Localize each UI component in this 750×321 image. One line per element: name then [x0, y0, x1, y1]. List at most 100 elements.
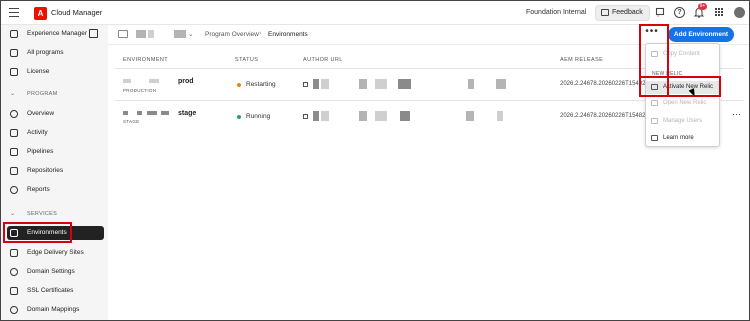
sidebar-item-label: Reports [27, 186, 50, 193]
redacted-url[interactable] [375, 111, 387, 121]
home-icon [10, 30, 18, 38]
section-label: SERVICES [27, 211, 58, 217]
panel-toggle-icon[interactable] [118, 30, 128, 38]
redacted-url[interactable] [398, 79, 411, 89]
sidebar-item-pipelines[interactable]: Pipelines [7, 145, 104, 159]
app-title: Cloud Manager [51, 8, 103, 17]
redacted-url[interactable] [359, 111, 367, 121]
gear-icon [10, 268, 18, 276]
reports-icon [10, 186, 18, 194]
adobe-logo-icon: A [34, 7, 47, 20]
sidebar-item-label: Edge Delivery Sites [27, 249, 84, 256]
feedback-label: Feedback [612, 9, 643, 16]
pipeline-icon [10, 148, 18, 156]
menu-item-open-new-relic[interactable]: Open New Relic [646, 97, 719, 110]
book-icon [651, 135, 658, 141]
sidebar-item-label: SSL Certificates [27, 287, 74, 294]
redacted-block [148, 30, 154, 38]
sidebar-item-ssl-certificates[interactable]: SSL Certificates [7, 284, 104, 298]
redacted-url[interactable] [496, 79, 506, 89]
sidebar-item-license[interactable]: License [7, 65, 104, 79]
external-link-icon[interactable] [303, 82, 308, 87]
status-text: Restarting [246, 81, 276, 88]
sidebar-item-experience-manager[interactable]: Experience Manager [7, 27, 104, 41]
bell-icon [10, 129, 18, 137]
redacted-url[interactable] [359, 79, 367, 89]
add-environment-button[interactable]: Add Environment [668, 27, 734, 42]
redacted-block [136, 30, 146, 38]
org-switcher[interactable]: Foundation Internal [526, 9, 586, 16]
redacted-block[interactable] [174, 30, 186, 38]
menu-item-label: Learn more [663, 135, 694, 141]
redacted-block [147, 111, 157, 115]
sidebar-item-edge-delivery-sites[interactable]: Edge Delivery Sites [7, 246, 104, 260]
sidebar-item-activity[interactable]: Activity [7, 126, 104, 140]
menu-item-manage-users[interactable]: Manage Users [646, 115, 719, 128]
redacted-url[interactable] [375, 79, 387, 89]
users-icon [651, 118, 658, 124]
feedback-icon [601, 9, 609, 16]
redacted-url[interactable] [321, 111, 329, 121]
sidebar-item-label: Overview [27, 110, 55, 117]
sidebar-item-all-programs[interactable]: All programs [7, 46, 104, 60]
external-link-icon[interactable] [303, 114, 308, 119]
menu-icon[interactable] [9, 8, 19, 17]
redacted-url[interactable] [468, 79, 474, 89]
sidebar-item-reports[interactable]: Reports [7, 183, 104, 197]
redacted-block [137, 111, 142, 115]
sidebar-item-domain-settings[interactable]: Domain Settings [7, 265, 104, 279]
breadcrumb-environments: Environments [268, 31, 308, 38]
redacted-block [149, 79, 159, 83]
sidebar-item-label: Experience Manager [27, 30, 87, 37]
chevron-down-icon: ⌄ [10, 91, 16, 97]
open-icon [651, 100, 658, 106]
environment-type: STAGE [123, 119, 140, 124]
broadcast-icon[interactable] [654, 7, 665, 18]
column-header-aem-release: AEM RELEASE [560, 57, 604, 63]
sidebar-item-label: Domain Settings [27, 268, 75, 275]
status-text: Running [246, 113, 271, 120]
column-header-environment: ENVIRONMENT [123, 57, 169, 63]
repository-icon [10, 167, 18, 175]
sidebar: Experience Manager All programs License … [1, 25, 108, 320]
redacted-url[interactable] [466, 111, 474, 121]
globe-icon [10, 306, 18, 314]
redacted-url[interactable] [400, 111, 410, 121]
menu-item-label: Open New Relic [663, 100, 707, 106]
sidebar-item-repositories[interactable]: Repositories [7, 164, 104, 178]
redacted-url[interactable] [313, 111, 319, 121]
sidebar-item-domain-mappings[interactable]: Domain Mappings [7, 303, 104, 317]
license-icon [10, 68, 18, 76]
notification-badge: 9+ [698, 3, 707, 10]
top-bar: A Cloud Manager Foundation Internal Feed… [1, 1, 749, 25]
section-program[interactable]: ⌄ PROGRAM [7, 91, 58, 97]
status-indicator [237, 83, 241, 87]
redacted-block [161, 111, 169, 115]
environment-name[interactable]: prod [178, 78, 194, 85]
edge-delivery-icon [10, 249, 18, 257]
redacted-url[interactable] [313, 79, 319, 89]
sidebar-item-label: License [27, 68, 50, 75]
redacted-url[interactable] [497, 111, 503, 121]
sidebar-item-label: Pipelines [27, 148, 54, 155]
row-more-icon[interactable]: ⋯ [732, 109, 742, 120]
menu-item-learn-more[interactable]: Learn more [646, 132, 719, 145]
aem-release: 2026.2.24678.20260226T15482 [560, 113, 646, 119]
section-label: PROGRAM [27, 91, 58, 97]
programs-icon [10, 49, 18, 57]
environment-type: PRODUCTION [123, 88, 157, 93]
column-header-status: STATUS [235, 57, 259, 63]
sidebar-item-label: Domain Mappings [27, 306, 80, 313]
external-link-icon[interactable] [89, 29, 98, 38]
breadcrumb-program-overview[interactable]: Program Overview [205, 31, 259, 38]
help-icon[interactable]: ? [674, 7, 685, 18]
section-services[interactable]: ⌄ SERVICES [7, 211, 57, 217]
feedback-button[interactable]: Feedback [595, 5, 650, 21]
apps-grid-icon[interactable] [713, 7, 724, 18]
chevron-down-icon[interactable]: ⌄ [188, 30, 193, 38]
avatar[interactable] [734, 7, 745, 18]
sidebar-item-overview[interactable]: Overview [7, 107, 104, 121]
redacted-url[interactable] [321, 79, 329, 89]
lock-icon [10, 287, 18, 295]
environment-name[interactable]: stage [178, 110, 196, 117]
